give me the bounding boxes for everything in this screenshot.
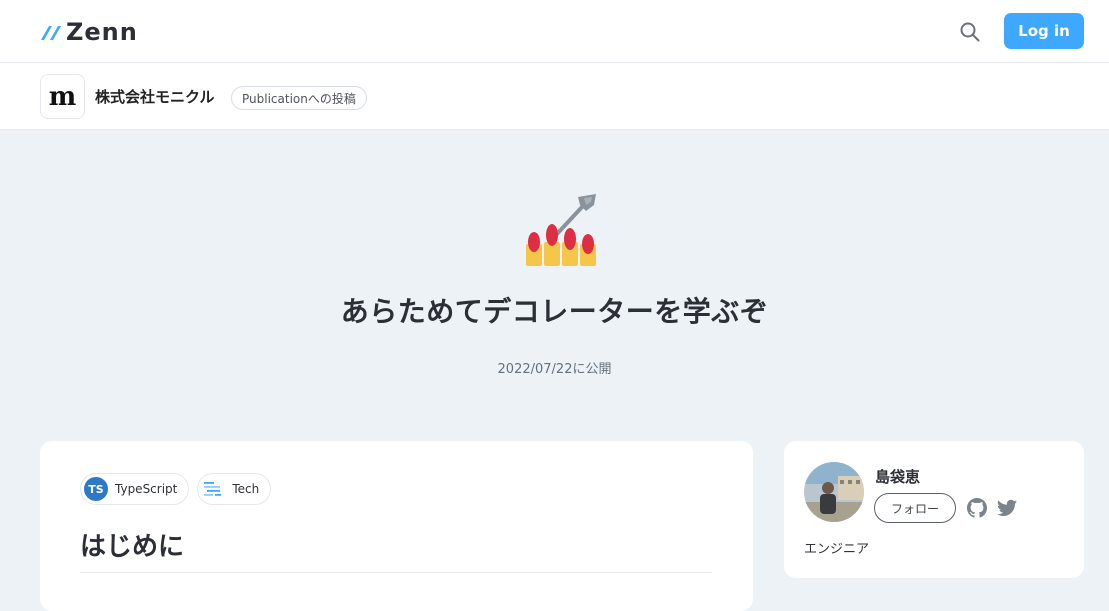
- topic-label: Tech: [232, 482, 260, 496]
- author-bio: エンジニア: [804, 542, 870, 557]
- topic-label: TypeScript: [115, 482, 178, 496]
- zenn-logo[interactable]: Zenn: [40, 17, 138, 47]
- publication-name[interactable]: 株式会社モニクル: [95, 86, 215, 107]
- heading-divider: [80, 572, 712, 573]
- article-body-card: TS TypeScript Tech はじめに: [40, 441, 753, 611]
- twitter-icon[interactable]: [997, 499, 1017, 517]
- follow-button[interactable]: フォロー: [874, 493, 956, 523]
- article-title: あらためてデコレーターを学ぶぞ: [340, 295, 769, 328]
- nail-polish-emoji-icon: [526, 194, 596, 266]
- topic-list: TS TypeScript Tech: [80, 473, 272, 505]
- publication-bar: m 株式会社モニクル Publicationへの投稿: [0, 63, 1109, 130]
- search-icon[interactable]: [958, 20, 982, 44]
- github-icon[interactable]: [967, 498, 987, 518]
- publication-logo[interactable]: m: [40, 74, 85, 119]
- author-card: 島袋恵 フォロー エンジニア: [784, 441, 1084, 578]
- zenn-logo-icon: [41, 26, 61, 40]
- author-name[interactable]: 島袋恵: [875, 466, 920, 487]
- typescript-icon: TS: [84, 477, 108, 501]
- topic-tech[interactable]: Tech: [197, 473, 272, 505]
- login-button[interactable]: Log in: [1004, 13, 1084, 49]
- section-heading: はじめに: [80, 532, 185, 562]
- tech-icon: [204, 482, 222, 496]
- topic-typescript[interactable]: TS TypeScript: [80, 473, 190, 505]
- publish-date: 2022/07/22に公開: [497, 362, 612, 377]
- logo-text: Zenn: [66, 18, 138, 46]
- author-avatar[interactable]: [804, 462, 864, 522]
- publication-badge: Publicationへの投稿: [231, 86, 367, 110]
- top-header: Zenn Log in: [0, 0, 1109, 63]
